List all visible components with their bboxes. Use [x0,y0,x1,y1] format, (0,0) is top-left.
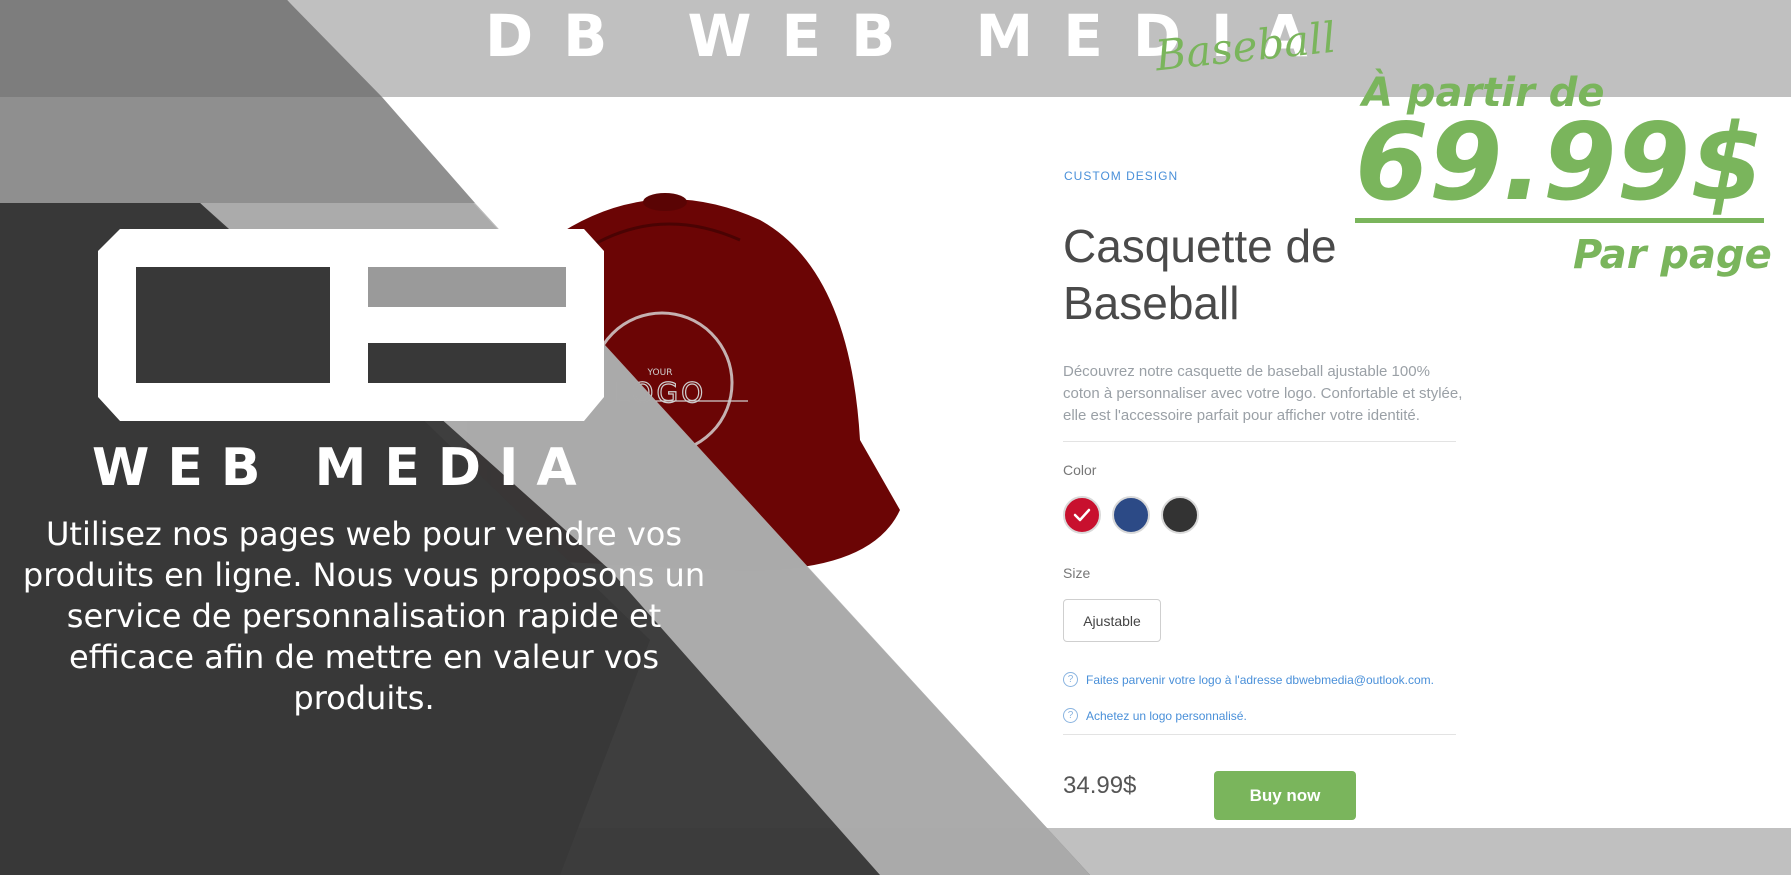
help-email-link[interactable]: ? Faites parvenir votre logo à l'adresse… [1063,672,1434,687]
question-icon: ? [1063,708,1078,723]
hero-wordmark: WEB MEDIA [92,438,595,498]
product-title: Casquette de Baseball [1063,220,1337,329]
color-swatch-blue[interactable] [1112,496,1150,534]
hero-logo-mark [92,225,612,430]
color-swatch-red[interactable] [1063,496,1101,534]
size-label: Size [1063,565,1091,581]
promo-description: Utilisez nos pages web pour vendre vos p… [22,515,706,717]
question-icon: ? [1063,672,1078,687]
promo-price: 69.99$ [1355,101,1765,224]
size-option-ajustable[interactable]: Ajustable [1063,599,1161,642]
check-icon [1073,508,1091,522]
color-swatch-black[interactable] [1161,496,1199,534]
promo-per-page: Par page [1573,232,1772,278]
divider [1063,441,1456,442]
product-price: 34.99$ [1063,772,1137,799]
help-buy-logo-text: Achetez un logo personnalisé. [1086,708,1247,723]
divider [1063,734,1456,735]
product-tag: CUSTOM DESIGN [1064,169,1179,183]
buy-now-button[interactable]: Buy now [1214,771,1356,820]
help-email-text: Faites parvenir votre logo à l'adresse d… [1086,672,1434,687]
color-label: Color [1063,462,1097,478]
product-description: Découvrez notre casquette de baseball aj… [1063,363,1463,424]
help-buy-logo-link[interactable]: ? Achetez un logo personnalisé. [1063,708,1247,723]
